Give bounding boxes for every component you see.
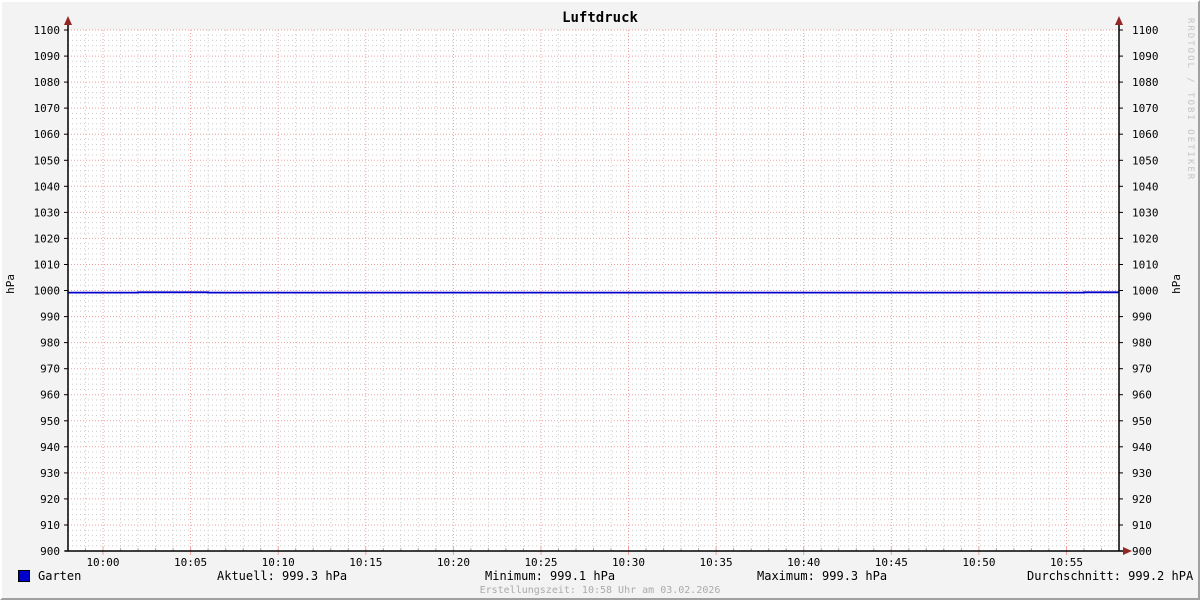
stat-durchschnitt: Durchschnitt: 999.2 hPA [1027,569,1194,583]
svg-text:10:00: 10:00 [86,556,119,569]
svg-text:1040: 1040 [34,180,61,193]
svg-text:930: 930 [1132,467,1152,480]
svg-text:930: 930 [40,467,60,480]
svg-text:10:40: 10:40 [787,556,820,569]
svg-text:1060: 1060 [34,128,61,141]
svg-text:920: 920 [1132,493,1152,506]
svg-text:10:20: 10:20 [437,556,470,569]
svg-text:10:10: 10:10 [262,556,295,569]
svg-text:1030: 1030 [34,206,61,219]
y-axis-arrow-right [1115,16,1123,25]
stat-aktuell: Aktuell: 999.3 hPa [217,569,348,583]
y-axis-label-right: hPa [1170,274,1183,294]
x-tick-labels: 10:00 10:05 10:10 10:15 10:20 10:25 10:30 10:35… [86,556,1083,569]
svg-text:1080: 1080 [1132,76,1159,89]
svg-text:940: 940 [40,441,60,454]
svg-text:940: 940 [1132,441,1152,454]
svg-text:1080: 1080 [34,76,61,89]
svg-text:950: 950 [40,415,60,428]
svg-text:1010: 1010 [34,259,61,272]
svg-text:970: 970 [40,363,60,376]
svg-text:10:15: 10:15 [349,556,382,569]
creation-timestamp: Erstellungszeit: 10:58 Uhr am 03.02.2026 [479,585,721,596]
svg-text:1010: 1010 [1132,259,1159,272]
svg-text:10:25: 10:25 [524,556,557,569]
svg-text:1090: 1090 [1132,50,1159,63]
svg-text:10:50: 10:50 [962,556,995,569]
svg-text:1100: 1100 [1132,24,1159,37]
svg-text:1030: 1030 [1132,206,1159,219]
svg-text:990: 990 [1132,311,1152,324]
svg-text:960: 960 [40,389,60,402]
svg-text:1050: 1050 [1132,154,1159,167]
y-tick-labels-right: 1100 1090 1080 1070 1060 1050 1040 1030 1020 1010… [1132,24,1159,558]
svg-text:960: 960 [1132,389,1152,402]
svg-text:970: 970 [1132,363,1152,376]
svg-text:10:35: 10:35 [700,556,733,569]
svg-text:10:05: 10:05 [174,556,207,569]
svg-text:990: 990 [40,311,60,324]
svg-text:1070: 1070 [1132,102,1159,115]
svg-text:900: 900 [1132,545,1152,558]
svg-text:910: 910 [1132,519,1152,532]
svg-text:10:45: 10:45 [875,556,908,569]
rrdtool-watermark: RRDTOOL / TOBI OETIKER [1185,18,1195,182]
svg-text:1000: 1000 [1132,285,1159,298]
stat-minimum: Minimum: 999.1 hPa [485,569,616,583]
svg-text:1050: 1050 [34,154,61,167]
x-axis-arrow [1123,547,1132,555]
svg-text:1040: 1040 [1132,180,1159,193]
stat-maximum: Maximum: 999.3 hPa [757,569,888,583]
svg-text:1060: 1060 [1132,128,1159,141]
y-axis-label-left: hPa [4,274,17,294]
svg-text:10:30: 10:30 [612,556,645,569]
svg-text:1000: 1000 [34,285,61,298]
legend-label-garten: Garten [38,569,82,583]
svg-text:1090: 1090 [34,50,61,63]
svg-text:920: 920 [40,493,60,506]
legend-swatch-garten [18,570,30,582]
svg-text:950: 950 [1132,415,1152,428]
svg-text:1020: 1020 [34,232,61,245]
svg-text:980: 980 [1132,337,1152,350]
svg-text:910: 910 [40,519,60,532]
y-axis-arrow-left [64,16,72,25]
svg-text:980: 980 [40,337,60,350]
legend-row: Garten Aktuell: 999.3 hPa Minimum: 999.1… [2,569,1198,585]
svg-text:1070: 1070 [34,102,61,115]
svg-text:1100: 1100 [34,24,61,37]
chart-plot-area: 1100 1090 1080 1070 1060 1050 1040 1030 1020 1010… [34,16,1159,569]
svg-text:900: 900 [40,545,60,558]
svg-text:10:55: 10:55 [1050,556,1083,569]
rrdtool-graph: Luftdruck 1100 1090 1080 1070 1060 1050 1040 10… [0,0,1200,600]
svg-text:1020: 1020 [1132,232,1159,245]
y-tick-labels-left: 1100 1090 1080 1070 1060 1050 1040 1030 1020 1010… [34,24,61,558]
